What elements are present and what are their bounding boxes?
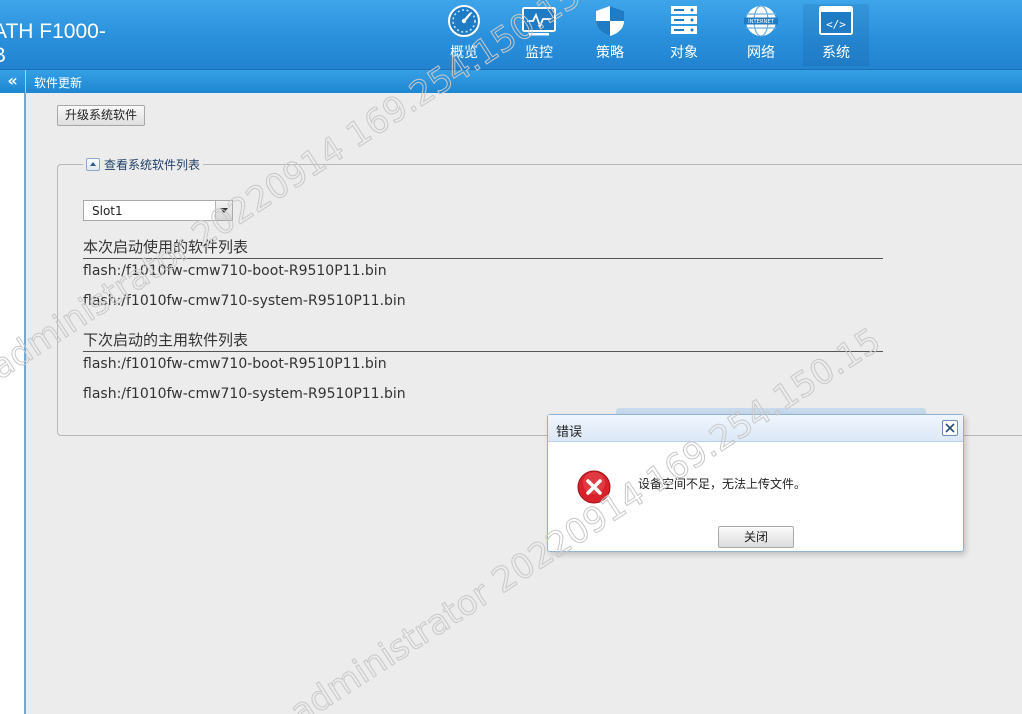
code-window-icon: </> bbox=[819, 6, 853, 35]
next-boot-list-title: 下次启动的主用软件列表 bbox=[83, 329, 883, 352]
nav-overview[interactable]: 概览 bbox=[431, 4, 497, 66]
sub-header: « 软件更新 bbox=[0, 70, 1022, 93]
nav-object[interactable]: 对象 bbox=[651, 4, 717, 66]
collapsed-sidebar bbox=[0, 93, 26, 714]
nav-monitor-label: 监控 bbox=[525, 45, 553, 61]
current-boot-file: flash:/f1010fw-cmw710-system-R9510P11.bi… bbox=[83, 293, 406, 309]
nav-network[interactable]: INTERNET 网络 bbox=[728, 4, 794, 66]
product-name-line1: ATH F1000- bbox=[0, 20, 106, 43]
product-name-line2: B bbox=[0, 44, 6, 66]
top-header: ATH F1000- B 概览 监控 bbox=[0, 0, 1022, 70]
dialog-message: 设备空间不足，无法上传文件。 bbox=[638, 477, 807, 491]
nav-monitor[interactable]: 监控 bbox=[506, 4, 572, 66]
server-stack-icon bbox=[671, 6, 697, 34]
nav-network-label: 网络 bbox=[747, 45, 775, 61]
collapse-sidebar-button[interactable]: « bbox=[0, 70, 26, 93]
next-boot-file: flash:/f1010fw-cmw710-boot-R9510P11.bin bbox=[83, 356, 387, 372]
nav-system-label: 系统 bbox=[822, 45, 850, 61]
shield-icon bbox=[596, 6, 624, 36]
close-icon bbox=[945, 423, 955, 433]
nav-policy[interactable]: 策略 bbox=[577, 4, 643, 66]
nav-policy-label: 策略 bbox=[596, 45, 624, 61]
nav-overview-label: 概览 bbox=[450, 45, 478, 61]
nav-system[interactable]: </> 系统 bbox=[803, 4, 869, 66]
collapse-up-icon bbox=[86, 157, 100, 171]
page-title: 软件更新 bbox=[34, 76, 83, 90]
dialog-close-x-button[interactable] bbox=[942, 420, 958, 436]
error-dialog: 错误 设备空间不足，无法上传文件。 关闭 bbox=[547, 414, 964, 552]
dialog-close-button[interactable]: 关闭 bbox=[718, 526, 794, 548]
code-glyph: </> bbox=[826, 18, 846, 31]
next-boot-file: flash:/f1010fw-cmw710-system-R9510P11.bi… bbox=[83, 386, 406, 402]
slot-select[interactable]: Slot1 bbox=[83, 200, 233, 221]
monitor-pulse-icon bbox=[522, 7, 556, 36]
current-boot-list-title: 本次启动使用的软件列表 bbox=[83, 236, 883, 259]
slot-select-value: Slot1 bbox=[92, 204, 123, 218]
dashboard-gauge-icon bbox=[448, 5, 480, 37]
upgrade-system-software-button[interactable]: 升级系统软件 bbox=[57, 105, 146, 126]
error-icon bbox=[577, 470, 611, 504]
nav-object-label: 对象 bbox=[670, 45, 698, 61]
chevron-down-icon bbox=[215, 201, 232, 220]
internet-badge-text: INTERNET bbox=[748, 19, 775, 25]
software-list-legend-text: 查看系统软件列表 bbox=[104, 157, 201, 172]
dialog-header: 错误 bbox=[548, 415, 963, 442]
internet-globe-icon: INTERNET bbox=[744, 5, 778, 37]
current-boot-file: flash:/f1010fw-cmw710-boot-R9510P11.bin bbox=[83, 263, 387, 279]
dialog-title: 错误 bbox=[556, 425, 583, 440]
software-list-legend-toggle[interactable]: 查看系统软件列表 bbox=[83, 155, 204, 173]
product-name: ATH F1000- B bbox=[0, 18, 120, 66]
